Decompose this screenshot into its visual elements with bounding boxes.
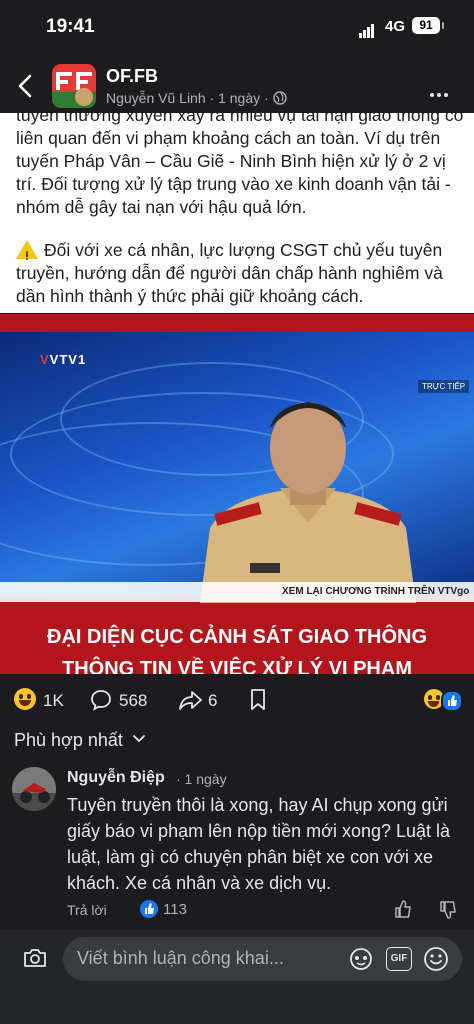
chevron-down-icon [133,735,145,743]
meta-separator-2: · [264,90,269,106]
ticker-text: XEM LẠI CHƯƠNG TRÌNH TRÊN VTVgo [282,586,470,597]
commenter-name[interactable]: Nguyễn Điệp [67,769,165,787]
status-time: 19:41 [46,16,95,37]
post-text-card: tuyến thường xuyên xảy ra nhiều vụ tai n… [0,113,474,313]
share-count[interactable]: 6 [208,691,217,711]
post-meta: Nguyễn Vũ Linh · 1 ngày · [106,90,287,106]
comment-placeholder: Viết bình luận công khai... [77,948,284,968]
battery-tip [442,22,444,29]
emoji-icon[interactable] [423,946,449,972]
post-paragraph-1: tuyến thường xuyên xảy ra nhiều vụ tai n… [16,113,464,217]
dot [430,93,434,97]
chevron-left-icon [18,74,32,98]
dot [444,93,448,97]
comment-text: Tuyên truyền thôi là xong, hay AI chụp x… [67,795,451,893]
page-name[interactable]: OF.FB [106,66,158,87]
officer-figure [200,402,416,603]
comment-icon[interactable] [89,688,113,712]
thumbs-up-icon[interactable] [393,899,413,919]
thumbs-down-icon[interactable] [438,900,458,920]
post-time: 1 ngày [218,90,261,106]
image-headline-1: ĐẠI DIỆN CỤC CẢNH SÁT GIAO THÔNG [47,626,427,648]
battery-icon: 91 [412,17,440,34]
comment-like-count: 113 [163,901,187,918]
tv-studio-frame: VVTV1 TRỰC TIẾP XEM LẠI CHƯƠNG TRÌNH TRÊ… [0,332,474,603]
back-button[interactable] [14,72,38,100]
ticker-bar: XEM LẠI CHƯƠNG TRÌNH TRÊN VTVgo [0,582,474,602]
warning-icon: ! [16,240,38,263]
reaction-count[interactable]: 1K [43,691,64,711]
dot [437,93,441,97]
sort-label: Phù hợp nhất [14,730,123,750]
commenter-avatar[interactable] [12,767,56,811]
post-paragraph-2: Đối với xe cá nhân, lực lượng CSGT chủ y… [16,240,443,306]
signal-icon [359,20,375,38]
post-image[interactable]: VVTV1 TRỰC TIẾP XEM LẠI CHƯƠNG TRÌNH TRÊ… [0,314,474,674]
comment-sort-dropdown[interactable]: Phù hợp nhất [14,730,146,751]
author-name[interactable]: Nguyễn Vũ Linh [106,90,206,106]
meta-separator: · [209,90,215,106]
reply-button[interactable]: Trả lời [67,902,107,918]
bookmark-icon[interactable] [248,688,268,712]
camera-icon[interactable] [22,946,48,970]
gif-button[interactable]: GIF [386,947,412,971]
post-paragraph-2-wrap: ! Đối với xe cá nhân, lực lượng CSGT chủ … [16,237,464,308]
image-headline-2: THÔNG TIN VỀ VIỆC XỬ LÝ VI PHẠM [62,658,412,674]
page-avatar[interactable] [52,64,96,108]
haha-reaction-icon[interactable] [14,688,36,710]
like-badge-icon [140,900,158,918]
network-type: 4G [385,18,406,35]
comment-count[interactable]: 568 [119,691,147,711]
avatar-sticker-icon[interactable] [348,947,374,971]
comment-input[interactable]: Viết bình luận công khai... GIF [63,937,462,981]
share-icon[interactable] [178,688,204,712]
channel-logo: VVTV1 [40,352,87,367]
more-options-button[interactable] [430,84,451,102]
comment-time: · 1 ngày [176,771,227,787]
react-like-icon[interactable] [441,690,463,712]
globe-icon [272,91,287,105]
